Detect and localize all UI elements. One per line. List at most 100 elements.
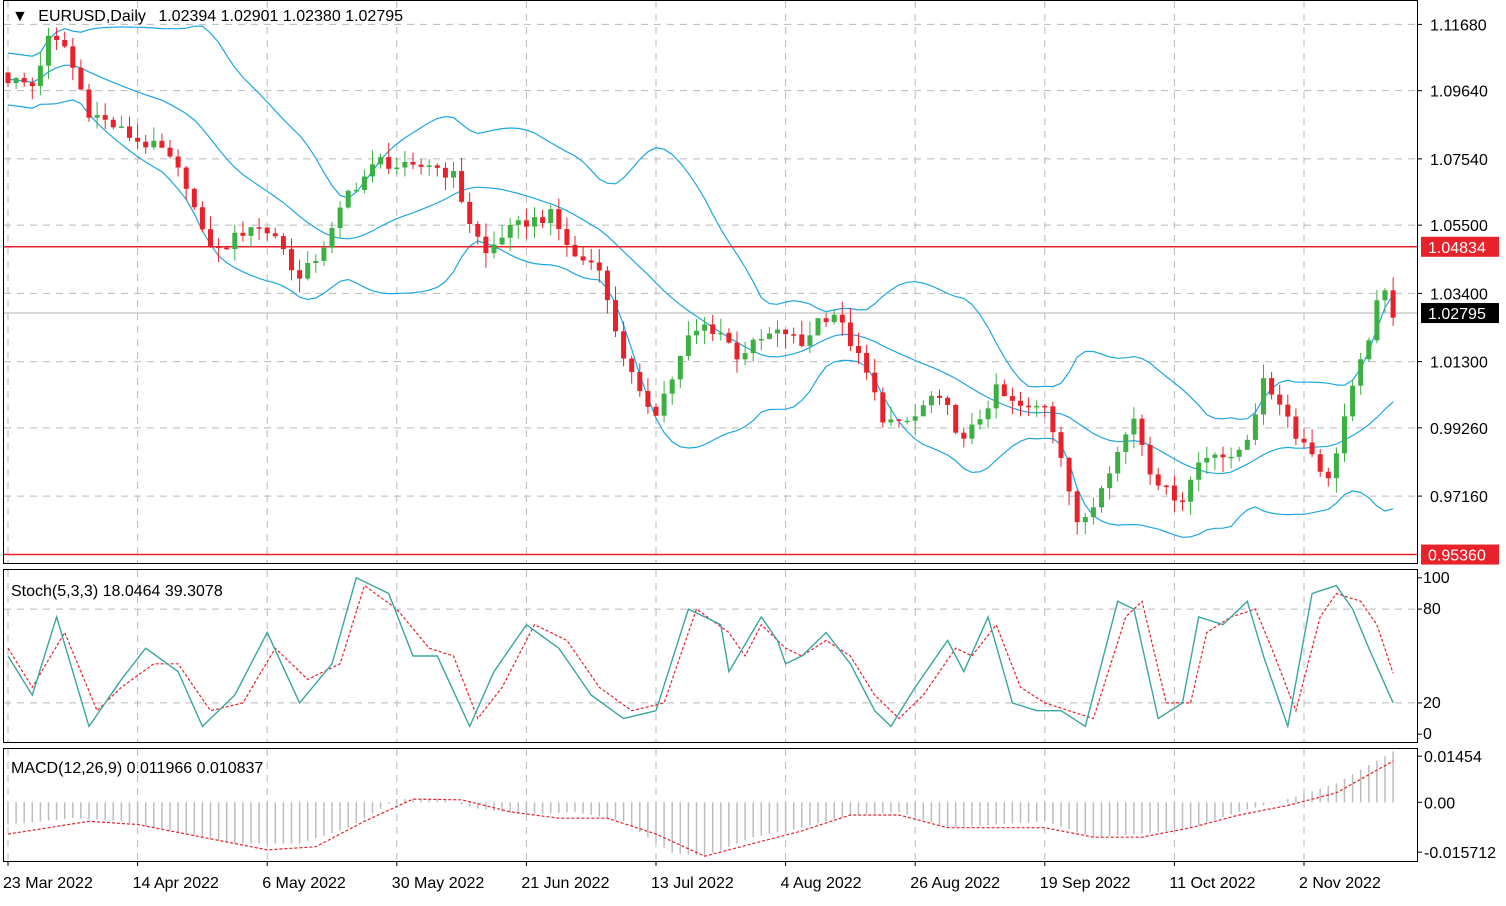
price-tick-label: 1.07540 <box>1430 152 1488 169</box>
candle-body <box>1244 439 1250 450</box>
candle-body <box>499 237 505 245</box>
candle-body <box>961 432 967 439</box>
candle-body <box>224 247 230 250</box>
candle-body <box>1382 290 1388 301</box>
candle-body <box>856 346 861 354</box>
date-tick-label: 2 Nov 2022 <box>1299 875 1381 892</box>
candle-body <box>896 419 902 421</box>
candle-body <box>1018 400 1023 406</box>
candle-body <box>1212 454 1218 458</box>
candle-body <box>928 395 934 406</box>
candle-body <box>613 300 618 332</box>
chart-root: 1.11680 1.09640 1.07540 1.05500 1.03400 1.013… <box>0 0 1506 906</box>
candle <box>953 403 959 435</box>
candle-body <box>167 147 173 157</box>
candle-body <box>702 324 708 331</box>
symbol-label: EURUSD,Daily <box>38 8 146 25</box>
candle-body <box>78 67 84 90</box>
candle-body <box>831 314 837 323</box>
candle-body <box>62 39 68 47</box>
candle-body <box>451 171 456 178</box>
candle-body <box>337 207 343 228</box>
candle-body <box>1066 457 1072 492</box>
price-tick-label: 1.03400 <box>1430 286 1488 303</box>
candle-body <box>564 229 570 245</box>
candle-body <box>127 126 132 138</box>
candle-body <box>94 115 100 118</box>
candle-body <box>532 217 537 227</box>
candle-body <box>783 329 789 335</box>
candle-body <box>904 420 910 423</box>
candle-body <box>175 156 181 168</box>
date-tick-label: 13 Jul 2022 <box>651 875 734 892</box>
candle-body <box>313 260 319 264</box>
date-tick-label: 21 Jun 2022 <box>521 875 609 892</box>
candle-body <box>1196 462 1202 480</box>
candle-body <box>118 126 124 128</box>
candle-body <box>5 72 11 84</box>
candle-body <box>264 227 270 234</box>
price-tick-label: 1.01300 <box>1430 355 1488 372</box>
date-tick-label: 4 Aug 2022 <box>781 875 862 892</box>
candle-body <box>1082 517 1088 523</box>
candle-body <box>1269 378 1275 395</box>
macd-level-label: 0.01454 <box>1424 749 1482 766</box>
candle-body <box>1163 485 1169 488</box>
candle-body <box>321 247 327 261</box>
candle-body <box>1325 471 1331 479</box>
candle <box>815 317 821 336</box>
stoch-level-label: 100 <box>1423 570 1450 587</box>
candle-body <box>694 330 699 336</box>
price-tick-label: 1.09640 <box>1430 84 1488 101</box>
candle-body <box>280 236 286 250</box>
candle-body <box>629 358 635 373</box>
candle-body <box>1009 396 1015 401</box>
candle-body <box>758 338 764 341</box>
candle-body <box>1293 416 1299 439</box>
candle-body <box>86 89 92 118</box>
candle-body <box>151 140 157 148</box>
candle-body <box>208 229 213 247</box>
candle-body <box>580 256 586 261</box>
candle-body <box>920 405 926 417</box>
date-tick-label: 19 Sep 2022 <box>1040 875 1131 892</box>
candle-body <box>1333 453 1339 479</box>
candle-body <box>135 137 141 142</box>
candle-body <box>1058 432 1064 458</box>
candle-body <box>1171 485 1177 501</box>
candle-body <box>661 393 667 416</box>
candle-body <box>256 227 262 229</box>
candle-body <box>1026 405 1032 408</box>
candle-body <box>1301 438 1307 443</box>
candle-body <box>1236 449 1242 457</box>
candle-body <box>734 342 740 360</box>
candle-body <box>1147 444 1153 475</box>
candle-body <box>418 164 424 167</box>
candle-body <box>718 332 724 335</box>
stoch-level-label: 80 <box>1423 601 1441 618</box>
current-price-tag-label: 1.02795 <box>1428 306 1486 323</box>
candle-body <box>799 334 805 346</box>
candle-body <box>467 201 473 224</box>
candle-body <box>937 395 942 398</box>
candle-body <box>1001 384 1007 397</box>
candle-body <box>969 424 975 439</box>
candle-body <box>1261 378 1266 415</box>
dropdown-arrow-icon[interactable]: ▼ <box>12 8 28 25</box>
candle-body <box>1050 406 1056 433</box>
main-title: ▼ EURUSD,Daily 1.02394 1.02901 1.02380 1… <box>12 8 403 25</box>
candle-body <box>1277 394 1283 405</box>
candle <box>191 187 197 211</box>
candle-body <box>791 334 797 336</box>
candle-body <box>297 270 303 279</box>
candle-body <box>872 372 878 393</box>
date-tick-label: 6 May 2022 <box>262 875 346 892</box>
candle-body <box>1317 454 1323 472</box>
candle-body <box>653 406 659 416</box>
price-tick-label: 0.99260 <box>1430 421 1488 438</box>
candle-body <box>1107 473 1113 489</box>
candle-body <box>329 227 335 248</box>
candle-body <box>143 141 149 148</box>
candle-body <box>548 209 554 224</box>
candle-body <box>410 161 416 165</box>
